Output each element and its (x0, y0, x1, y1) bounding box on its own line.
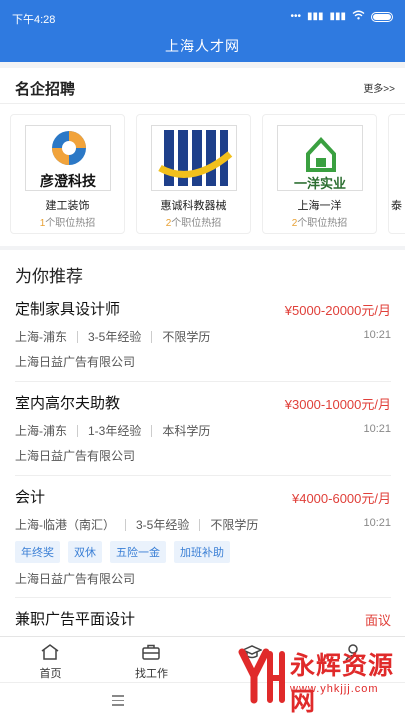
company-hot-jobs: 2个职位热招 (291, 218, 348, 229)
famous-companies-section: 名企招聘 更多>> 彦澄科技 建工装饰 1个职位热招 惠诚科教器械 2个职位热招… (0, 68, 405, 246)
job-tags: 年终奖 双休 五险一金 加班补助 (15, 541, 230, 563)
job-title: 室内高尔夫助教 (15, 395, 121, 412)
company-card[interactable]: 彦澄科技 建工装饰 1个职位热招 (10, 114, 125, 234)
company-card[interactable]: 惠诚科教器械 2个职位热招 (136, 114, 251, 234)
job-salary: 面议 (364, 613, 391, 628)
job-location: 上海-浦东 (15, 424, 67, 438)
watermark: 永辉资源网 www.yhkjjj.com (238, 640, 403, 716)
battery-icon (371, 11, 393, 22)
tab-label: 找工作 (135, 668, 168, 680)
famous-companies-header: 名企招聘 更多>> (0, 68, 405, 104)
app-header: 上海人才网 (0, 34, 405, 62)
tab-label: 首页 (39, 668, 62, 680)
job-salary: ¥3000-10000元/月 (284, 397, 391, 412)
job-meta: 上海-浦东 1-3年经验 本科学历 (15, 422, 210, 439)
job-tag: 五险一金 (110, 541, 166, 563)
home-icon (41, 644, 59, 660)
job-item[interactable]: 定制家具设计师 ¥5000-20000元/月 上海-浦东 3-5年经验 不限学历… (15, 298, 391, 382)
job-education: 不限学历 (210, 518, 259, 532)
cellular-icon-2: ▮▮▮ (329, 11, 346, 22)
company-name: 泰 (391, 200, 402, 212)
watermark-url: www.yhkjjj.com (290, 683, 379, 695)
job-company: 上海日益广告有限公司 (15, 572, 136, 586)
company-logo: 彦澄科技 (25, 125, 111, 191)
more-link[interactable]: 更多>> (363, 80, 395, 95)
company-name: 建工装饰 (45, 200, 90, 212)
status-icons: ••• ▮▮▮ ▮▮▮ (290, 10, 393, 23)
page-title: 上海人才网 (165, 38, 240, 54)
job-time: 10:21 (363, 329, 391, 341)
status-bar: 下午4:28 ••• ▮▮▮ ▮▮▮ (0, 0, 405, 34)
company-carousel[interactable]: 彦澄科技 建工装饰 1个职位热招 惠诚科教器械 2个职位热招 一洋实业 上海一洋… (10, 114, 405, 234)
job-title: 会计 (15, 489, 46, 506)
tab-home[interactable]: 首页 (0, 637, 101, 683)
cellular-icon: ▮▮▮ (306, 11, 324, 22)
job-salary: ¥4000-6000元/月 (291, 491, 391, 506)
company-name: 上海一洋 (297, 200, 342, 212)
watermark-text: 永辉资源网 (290, 652, 395, 716)
briefcase-icon (142, 644, 160, 660)
job-location: 上海-临港（南汇） (15, 518, 115, 532)
job-time: 10:21 (363, 423, 391, 435)
watermark-logo (238, 648, 285, 704)
job-title: 兼职广告平面设计 (15, 611, 136, 628)
company-hot-jobs: 2个职位热招 (165, 218, 222, 229)
job-salary: ¥5000-20000元/月 (284, 303, 391, 318)
job-meta: 上海-浦东 3-5年经验 不限学历 (15, 328, 210, 345)
job-item[interactable]: 会计 ¥4000-6000元/月 上海-临港（南汇） 3-5年经验 不限学历 1… (15, 486, 391, 598)
company-hot-jobs: 1个职位热招 (39, 218, 96, 229)
section-title: 名企招聘 (15, 81, 76, 98)
logo-text: 一洋实业 (293, 176, 346, 191)
job-title: 定制家具设计师 (15, 301, 121, 318)
job-item[interactable]: 兼职广告平面设计 面议 (15, 608, 391, 636)
company-logo: 一洋实业 (277, 125, 363, 191)
job-company: 上海日益广告有限公司 (15, 355, 136, 369)
job-location: 上海-浦东 (15, 330, 67, 344)
company-logo (151, 125, 237, 191)
job-experience: 3-5年经验 (136, 518, 190, 532)
job-tag: 双休 (68, 541, 102, 563)
signal-icon: ••• (290, 11, 301, 22)
job-experience: 3-5年经验 (88, 330, 142, 344)
job-company: 上海日益广告有限公司 (15, 449, 136, 463)
job-tag: 加班补助 (174, 541, 230, 563)
company-name: 惠诚科教器械 (160, 200, 227, 212)
job-experience: 1-3年经验 (88, 424, 142, 438)
section-title: 为你推荐 (15, 267, 83, 286)
logo-text: 彦澄科技 (40, 173, 96, 189)
job-education: 不限学历 (162, 330, 211, 344)
wifi-icon (352, 10, 365, 23)
job-education: 本科学历 (162, 424, 211, 438)
company-card[interactable]: 一洋实业 上海一洋 2个职位热招 (262, 114, 377, 234)
job-meta: 上海-临港（南汇） 3-5年经验 不限学历 (15, 516, 258, 533)
tab-find-job[interactable]: 找工作 (101, 637, 202, 683)
job-tag: 年终奖 (15, 541, 60, 563)
job-time: 10:21 (363, 517, 391, 529)
status-time: 下午4:28 (12, 14, 56, 26)
company-card[interactable]: 泰 (388, 114, 405, 234)
recommend-section: 为你推荐 定制家具设计师 ¥5000-20000元/月 上海-浦东 3-5年经验… (0, 250, 405, 636)
job-item[interactable]: 室内高尔夫助教 ¥3000-10000元/月 上海-浦东 1-3年经验 本科学历… (15, 392, 391, 476)
menu-icon[interactable] (112, 695, 124, 709)
